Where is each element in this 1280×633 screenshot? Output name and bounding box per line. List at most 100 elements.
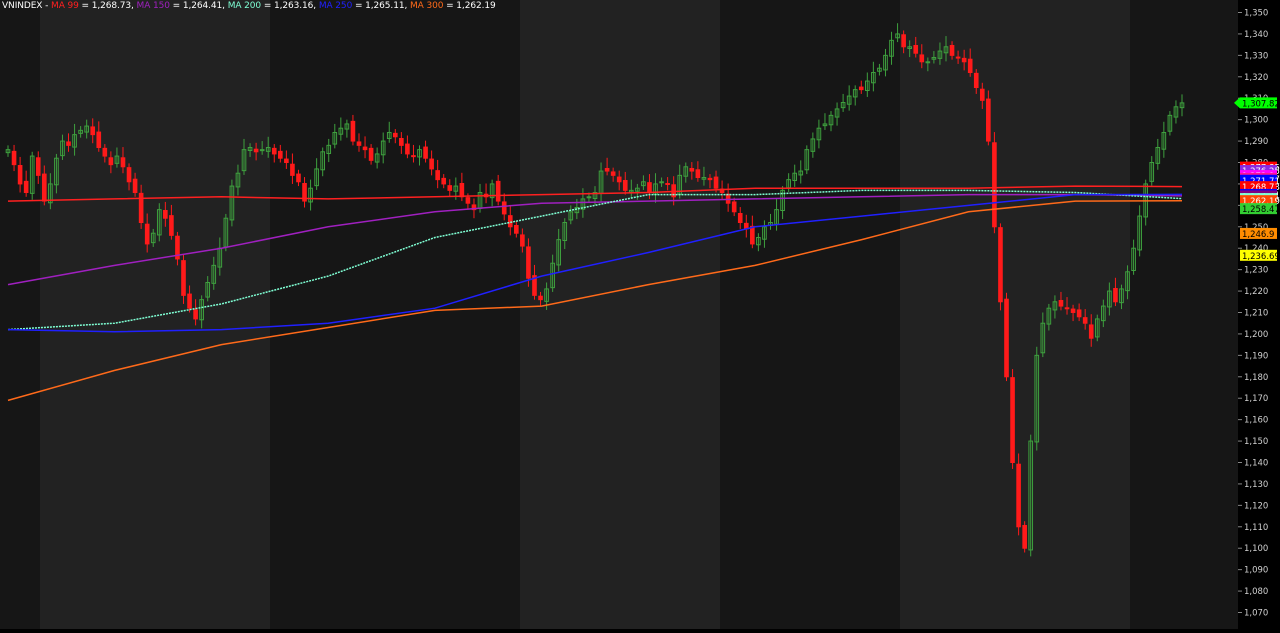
ma-value-label: 1,258.47 (1242, 205, 1280, 215)
candle-body (278, 150, 283, 159)
candle-body (507, 215, 513, 228)
ma-legend-name: MA 300 (409, 1, 444, 11)
candle-body (290, 163, 295, 176)
y-tick-label: 1,340 (1244, 30, 1268, 40)
y-tick-label: 1,140 (1244, 459, 1268, 469)
candle-body (538, 295, 543, 301)
candle-body (259, 149, 265, 152)
y-tick-label: 1,180 (1244, 373, 1268, 383)
candle-body (435, 170, 440, 181)
y-tick-label: 1,100 (1244, 544, 1268, 554)
y-tick-label: 1,170 (1244, 394, 1268, 404)
chart-header: VNINDEX - MA 99 = 1,268.73, MA 150 = 1,2… (2, 1, 496, 13)
candle-body (520, 234, 525, 247)
candle-body (296, 173, 301, 183)
candle-body (1076, 309, 1082, 318)
candle-body (737, 213, 743, 223)
candle-body (392, 132, 398, 138)
candle-body (913, 45, 919, 54)
candle-body (356, 141, 362, 146)
candle-body (604, 168, 610, 172)
candle-body (23, 180, 29, 194)
candle-body (447, 185, 453, 191)
candle-body (616, 176, 622, 183)
candle-body (1070, 308, 1076, 314)
candle-body (163, 210, 168, 219)
ma-legend-name: MA 99 (51, 1, 79, 11)
ma-legend-value: = 1,262.19 (443, 1, 496, 11)
candle-body (132, 178, 138, 193)
candle-body (90, 126, 96, 136)
header-separator: - (42, 1, 52, 11)
candle-body (501, 201, 507, 215)
ma-value-label: 1,246.9 (1242, 230, 1274, 240)
y-tick-label: 1,080 (1244, 587, 1268, 597)
y-tick-label: 1,150 (1244, 437, 1268, 447)
chart-svg: 1,3501,3401,3301,3201,3101,3001,2901,280… (0, 0, 1280, 629)
candle-body (1004, 298, 1009, 378)
ma-value-label: 1,236.69 (1242, 252, 1280, 262)
candle-body (96, 131, 102, 148)
candle-body (41, 173, 47, 202)
candle-body (368, 147, 374, 161)
y-tick-label: 1,210 (1244, 309, 1268, 319)
candle-body (271, 147, 277, 155)
candle-body (925, 61, 931, 64)
candle-body (102, 147, 108, 157)
y-tick-label: 1,090 (1244, 566, 1268, 576)
candle-body (459, 183, 465, 198)
candle-body (17, 165, 23, 185)
candle-body (362, 146, 368, 151)
candle-body (405, 143, 410, 155)
candle-body (169, 215, 174, 236)
candle-body (1058, 300, 1064, 307)
candle-body (144, 223, 150, 245)
y-tick-label: 1,230 (1244, 266, 1268, 276)
y-tick-label: 1,070 (1244, 609, 1268, 619)
candle-body (120, 157, 126, 168)
candle-body (901, 34, 906, 48)
candle-body (919, 54, 925, 63)
candle-body (495, 180, 501, 202)
candle-body (1016, 463, 1021, 528)
candle-body (647, 182, 652, 193)
ma-legend-value: = 1,264.41, (169, 1, 228, 11)
candle-body (284, 158, 289, 163)
candle-body (967, 58, 973, 74)
candle-body (66, 141, 71, 146)
ma-legend-name: MA 200 (227, 1, 262, 11)
candle-body (465, 197, 471, 204)
y-tick-label: 1,200 (1244, 330, 1268, 340)
candle-body (1010, 377, 1015, 463)
candle-body (1113, 288, 1118, 303)
candle-body (707, 177, 713, 181)
candle-body (187, 293, 192, 309)
candle-body (1022, 525, 1027, 549)
candle-body (514, 225, 519, 234)
candle-body (979, 88, 985, 101)
candle-body (1082, 317, 1088, 324)
ma-legend-value: = 1,263.16, (261, 1, 319, 11)
last-price-label: 1,307.82 (1242, 99, 1280, 109)
period-band (900, 0, 1130, 629)
y-tick-label: 1,190 (1244, 351, 1268, 361)
candle-body (423, 146, 428, 159)
y-tick-label: 1,120 (1244, 501, 1268, 511)
candle-body (998, 227, 1003, 303)
ma-legend-name: MA 150 (136, 1, 170, 11)
candle-body (1088, 324, 1094, 339)
candle-body (659, 181, 664, 184)
candle-body (586, 196, 592, 199)
candle-body (713, 176, 719, 189)
period-band (40, 0, 270, 629)
candle-body (955, 56, 961, 59)
ma-legend: MA 99 = 1,268.73, MA 150 = 1,264.41, MA … (51, 1, 496, 11)
y-tick-label: 1,300 (1244, 116, 1268, 126)
candle-body (695, 169, 701, 179)
candle-body (949, 45, 955, 56)
y-tick-label: 1,220 (1244, 287, 1268, 297)
candle-body (11, 150, 17, 166)
candle-body (126, 167, 132, 183)
candle-body (181, 260, 186, 296)
ma-legend-value: = 1,265.11, (352, 1, 410, 11)
